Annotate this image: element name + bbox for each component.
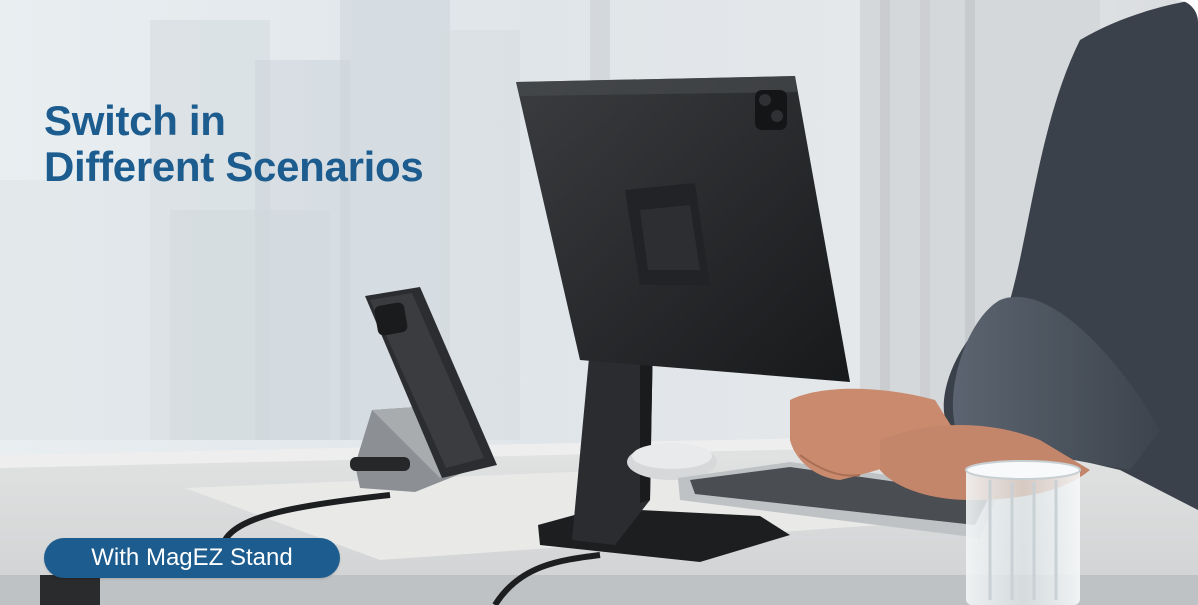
product-scene-image (0, 0, 1198, 605)
magez-stand-badge: With MagEZ Stand (44, 538, 340, 578)
headline-line-1: Switch in (44, 97, 226, 144)
headline-line-2: Different Scenarios (44, 143, 424, 190)
product-banner: Switch in Different Scenarios With MagEZ… (0, 0, 1198, 605)
headline: Switch in Different Scenarios (44, 97, 424, 190)
